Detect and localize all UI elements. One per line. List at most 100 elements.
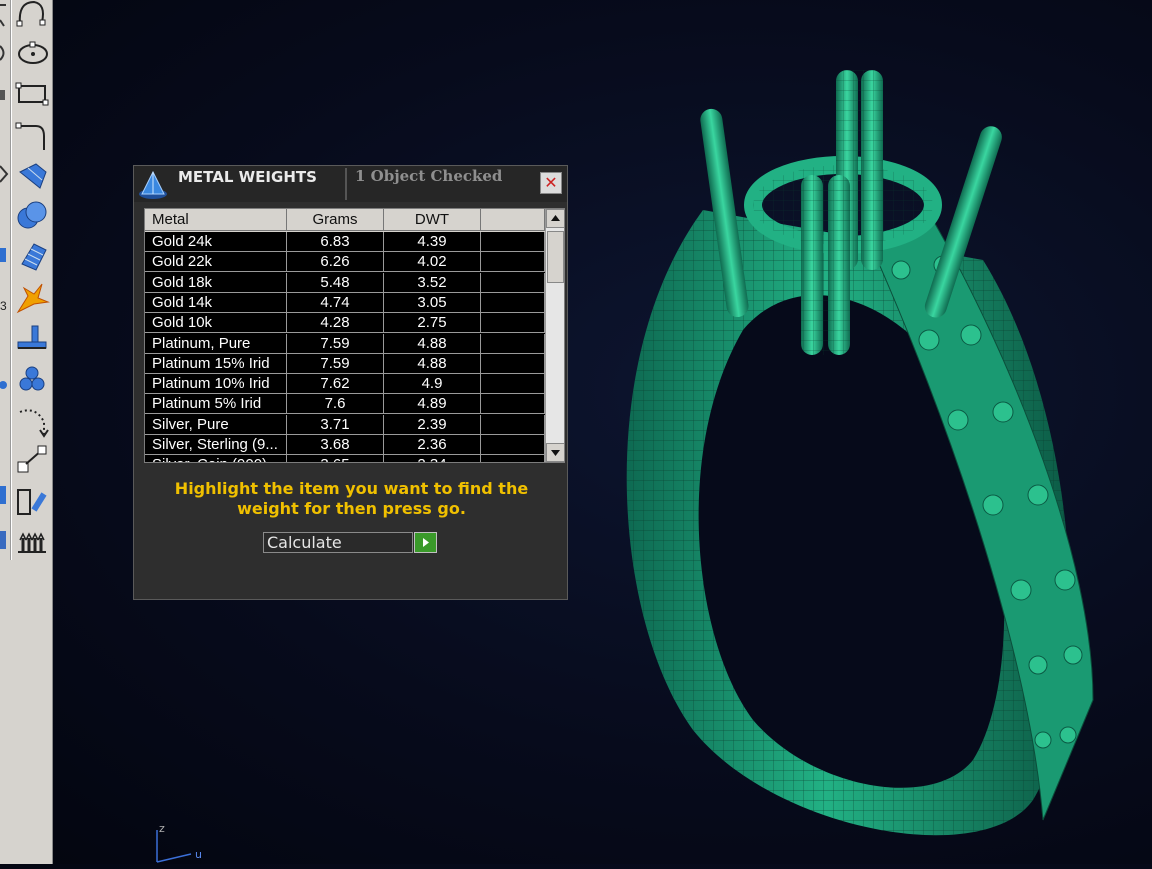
edge-tool-icon[interactable]	[0, 240, 10, 270]
title-divider	[345, 168, 347, 200]
column-header-metal[interactable]: Metal	[145, 209, 287, 231]
table-row[interactable]: Silver, Pure 3.71 2.39	[145, 414, 545, 435]
column-header-empty[interactable]	[481, 209, 545, 231]
rotate-icon[interactable]	[14, 402, 50, 438]
cell-empty[interactable]	[481, 333, 545, 354]
cell-empty[interactable]	[481, 292, 545, 313]
table-row[interactable]: Silver, Sterling (9... 3.68 2.36	[145, 435, 545, 455]
go-button[interactable]	[414, 532, 437, 553]
cell-dwt[interactable]: 2.36	[384, 435, 481, 455]
table-row[interactable]: Platinum 15% Irid 7.59 4.88	[145, 353, 545, 374]
cell-metal[interactable]: Silver, Pure	[145, 414, 287, 435]
rectangle-icon[interactable]	[14, 76, 50, 112]
table-row[interactable]: Gold 10k 4.28 2.75	[145, 313, 545, 334]
cell-empty[interactable]	[481, 414, 545, 435]
array-icon[interactable]	[14, 524, 50, 560]
sphere-union-icon[interactable]	[14, 198, 50, 234]
table-row[interactable]: Gold 22k 6.26 4.02	[145, 252, 545, 273]
cell-metal[interactable]: Gold 14k	[145, 292, 287, 313]
table-row[interactable]: Platinum 5% Irid 7.6 4.89	[145, 394, 545, 415]
cell-empty[interactable]	[481, 394, 545, 415]
cell-metal[interactable]: Platinum 5% Irid	[145, 394, 287, 415]
axis-z-label: z	[159, 822, 165, 835]
calculate-select[interactable]: Calculate	[263, 532, 413, 553]
edge-tool-icon[interactable]	[0, 370, 10, 400]
cell-dwt[interactable]: 2.39	[384, 414, 481, 435]
cell-empty[interactable]	[481, 374, 545, 395]
table-header: Metal Grams DWT	[145, 209, 545, 232]
cell-grams[interactable]: 5.48	[287, 272, 384, 293]
cell-grams[interactable]: 3.68	[287, 435, 384, 455]
mirror-icon[interactable]	[14, 484, 50, 520]
scroll-down-button[interactable]	[546, 443, 564, 462]
explode-icon[interactable]	[14, 280, 50, 316]
cell-dwt[interactable]: 4.39	[384, 232, 481, 252]
edge-tool-icon[interactable]: 3	[0, 290, 10, 320]
circle-point-icon[interactable]	[14, 36, 50, 72]
cell-empty[interactable]	[481, 272, 545, 293]
curve-tool-icon[interactable]	[14, 0, 50, 32]
cell-empty[interactable]	[481, 455, 545, 462]
table-scrollbar[interactable]	[545, 209, 564, 462]
cell-empty[interactable]	[481, 232, 545, 252]
cell-metal[interactable]: Gold 10k	[145, 313, 287, 334]
cell-metal[interactable]: Gold 24k	[145, 232, 287, 252]
cell-grams[interactable]: 7.59	[287, 353, 384, 374]
fillet-curve-icon[interactable]	[14, 118, 50, 154]
close-button[interactable]: ✕	[540, 172, 562, 194]
cell-empty[interactable]	[481, 435, 545, 455]
cell-grams[interactable]: 4.28	[287, 313, 384, 334]
cell-metal[interactable]: Gold 18k	[145, 272, 287, 293]
cell-dwt[interactable]: 3.05	[384, 292, 481, 313]
cell-dwt[interactable]: 4.88	[384, 333, 481, 354]
edge-tool-icon[interactable]	[0, 480, 10, 510]
cell-dwt[interactable]: 4.9	[384, 374, 481, 395]
table-row[interactable]: Silver, Coin (900)3.652.34	[145, 455, 545, 462]
cell-metal[interactable]: Silver, Coin (900)	[145, 455, 287, 462]
table-row[interactable]: Platinum, Pure 7.59 4.88	[145, 333, 545, 354]
edge-tool-icon[interactable]	[0, 38, 10, 68]
cell-metal[interactable]: Silver, Sterling (9...	[145, 435, 287, 455]
edge-tool-icon[interactable]	[0, 525, 10, 555]
cell-grams[interactable]: 4.74	[287, 292, 384, 313]
cell-dwt[interactable]: 4.02	[384, 252, 481, 273]
edge-tool-icon[interactable]	[0, 0, 10, 30]
cell-metal[interactable]: Platinum, Pure	[145, 333, 287, 354]
cell-grams[interactable]: 3.71	[287, 414, 384, 435]
cell-dwt[interactable]: 4.89	[384, 394, 481, 415]
scroll-up-button[interactable]	[546, 209, 564, 228]
dialog-titlebar[interactable]: METAL WEIGHTS 1 Object Checked ✕	[134, 166, 567, 202]
cell-empty[interactable]	[481, 353, 545, 374]
column-header-dwt[interactable]: DWT	[384, 209, 481, 231]
cell-grams[interactable]: 7.6	[287, 394, 384, 415]
cell-grams[interactable]: 3.65	[287, 455, 384, 462]
points-cluster-icon[interactable]	[14, 362, 50, 398]
cell-dwt[interactable]: 3.52	[384, 272, 481, 293]
scale-icon[interactable]	[14, 442, 50, 478]
column-header-grams[interactable]: Grams	[287, 209, 384, 231]
table-row[interactable]: Gold 14k 4.74 3.05	[145, 292, 545, 313]
table-row[interactable]: Gold 18k 5.48 3.52	[145, 272, 545, 293]
instructions-text: Highlight the item you want to find the …	[174, 479, 529, 518]
cell-dwt[interactable]: 2.75	[384, 313, 481, 334]
edge-tool-icon[interactable]	[0, 80, 10, 110]
cell-empty[interactable]	[481, 313, 545, 334]
surface-grid-icon[interactable]	[14, 238, 50, 274]
cell-metal[interactable]: Platinum 10% Irid	[145, 374, 287, 395]
surface-patch-icon[interactable]	[14, 158, 50, 194]
scroll-thumb[interactable]	[547, 231, 564, 283]
edge-tool-icon[interactable]	[0, 160, 10, 190]
table-row[interactable]: Gold 24k 6.83 4.39	[145, 232, 545, 252]
cell-grams[interactable]: 6.83	[287, 232, 384, 252]
cell-dwt[interactable]: 4.88	[384, 353, 481, 374]
table-row[interactable]: Platinum 10% Irid 7.62 4.9	[145, 374, 545, 395]
cell-grams[interactable]: 7.62	[287, 374, 384, 395]
cell-grams[interactable]: 7.59	[287, 333, 384, 354]
cell-grams[interactable]: 6.26	[287, 252, 384, 273]
cell-metal[interactable]: Gold 22k	[145, 252, 287, 273]
gumball-icon[interactable]	[14, 320, 50, 356]
cell-empty[interactable]	[481, 252, 545, 273]
metal-weights-table[interactable]: Metal Grams DWT Gold 24k 6.83 4.39 Gold 22k…	[144, 208, 565, 463]
cell-dwt[interactable]: 2.34	[384, 455, 481, 462]
cell-metal[interactable]: Platinum 15% Irid	[145, 353, 287, 374]
